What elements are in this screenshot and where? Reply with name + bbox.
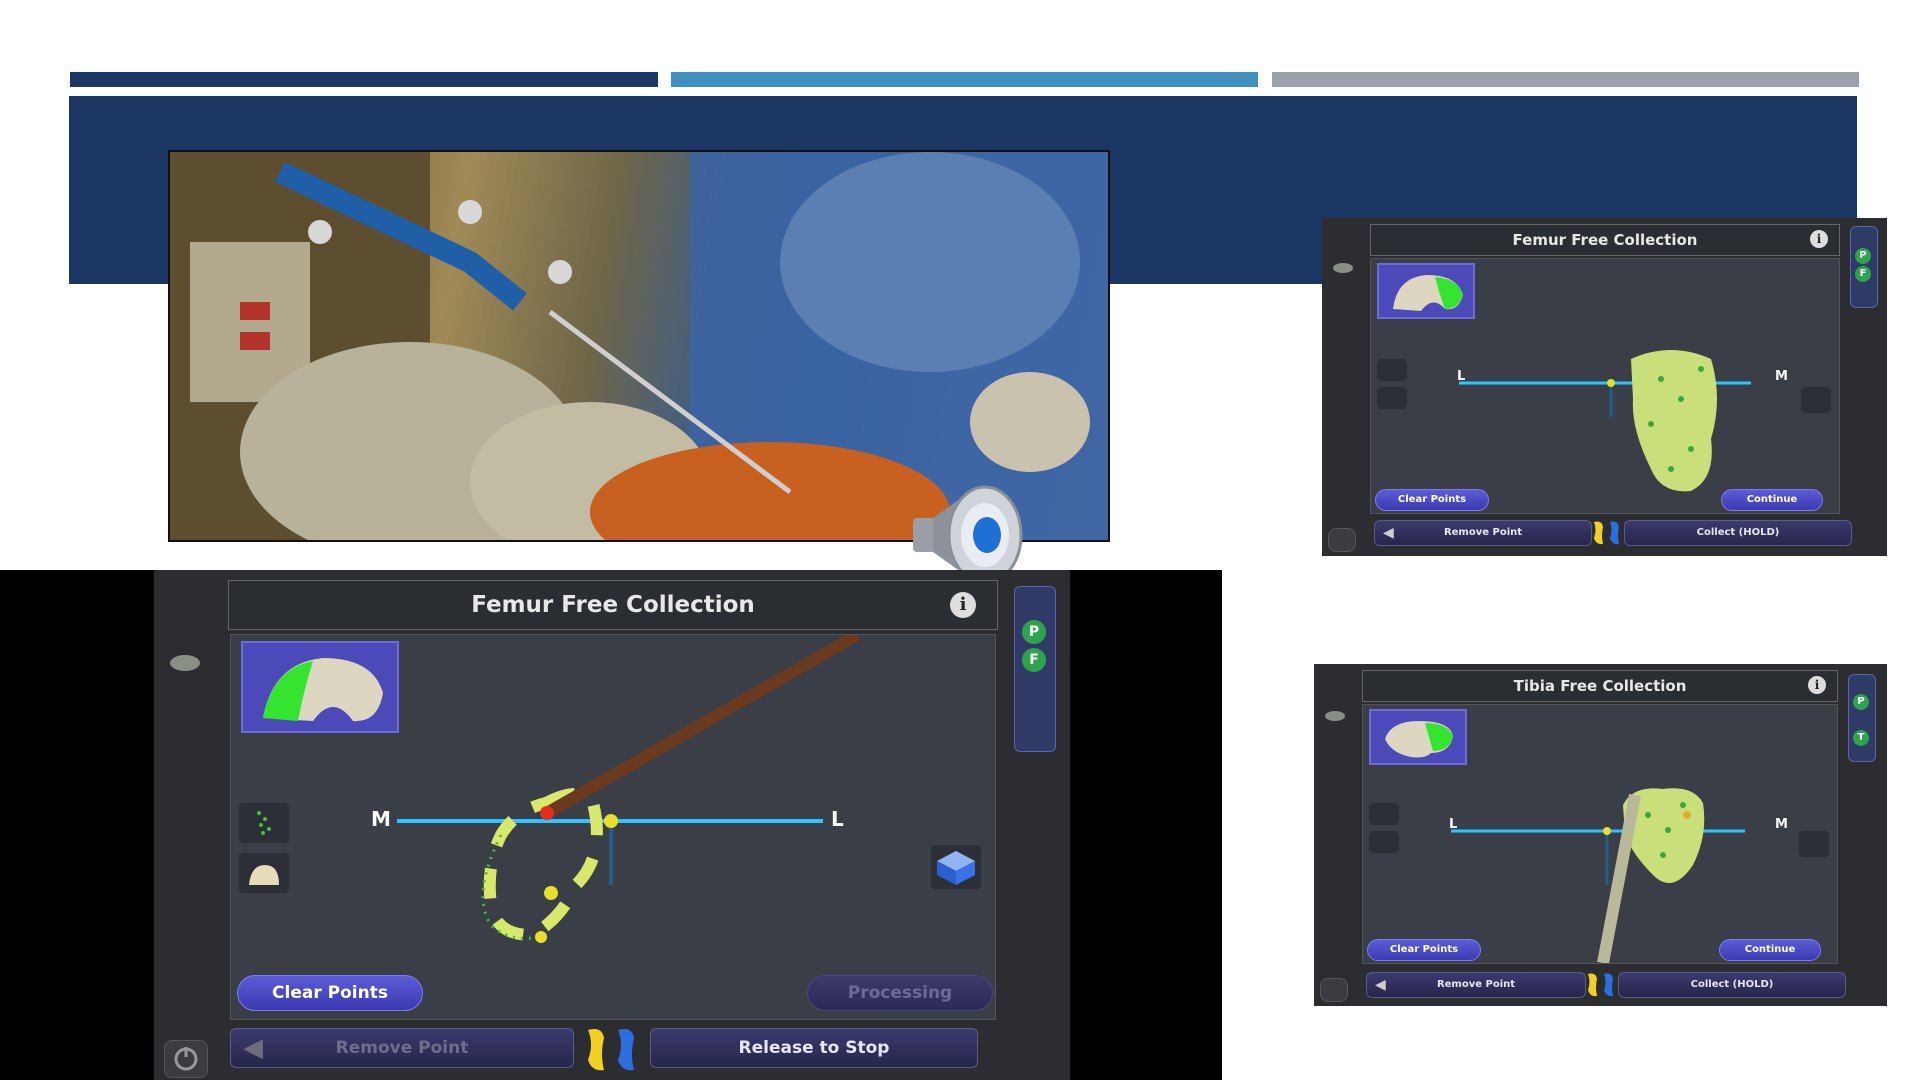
power-icon-tibia[interactable] <box>1320 978 1348 1002</box>
bottom-right-tablet-panel: Tibia Free Collection i P T L M Clear Po… <box>1314 664 1887 1006</box>
foot-marker-icon <box>582 1024 642 1074</box>
main-title: Femur Free Collection <box>471 592 755 618</box>
header-bar-dark <box>70 72 658 87</box>
badge-p: P <box>1022 620 1046 644</box>
main-title-bar: Femur Free Collection <box>228 580 998 630</box>
back-arrow-icon-tibia: ◀ <box>1375 977 1386 993</box>
header-bar-blue <box>671 72 1258 87</box>
bone-tool-icon-tibia <box>1322 706 1348 726</box>
bottom-right-viewport: L M Clear Points Continue <box>1362 704 1838 964</box>
top-right-title-bar: Femur Free Collection <box>1370 224 1840 256</box>
power-icon-small[interactable] <box>1328 528 1356 552</box>
badge-f-small: F <box>1855 266 1871 282</box>
continue-button-small[interactable]: Continue <box>1721 489 1823 511</box>
bone-tool-icon <box>166 648 204 678</box>
badge-f: F <box>1022 648 1046 672</box>
remove-point-label: Remove Point <box>335 1038 469 1058</box>
clear-points-button[interactable]: Clear Points <box>237 975 423 1011</box>
remove-point-button-small[interactable]: ◀ Remove Point <box>1374 520 1592 546</box>
main-viewport: M L Clear Points Processing <box>230 634 996 1020</box>
main-tablet-panel: Femur Free Collection i P F M L Clear Po… <box>154 570 1070 1080</box>
bottom-right-side-rail <box>1848 674 1876 762</box>
bone-tool-icon-small <box>1330 258 1356 278</box>
remove-point-button-tibia[interactable]: ◀ Remove Point <box>1366 972 1586 998</box>
badge-t-tibia: T <box>1853 730 1869 746</box>
info-icon[interactable]: i <box>950 592 976 618</box>
tibia-collection-graphic <box>1451 788 1745 963</box>
clear-points-button-small[interactable]: Clear Points <box>1375 489 1489 511</box>
femur-collection-graphic <box>397 635 860 943</box>
back-arrow-icon-small: ◀ <box>1383 525 1394 541</box>
top-right-viewport: L M Clear Points Continue <box>1370 258 1840 514</box>
info-icon-small[interactable]: i <box>1810 230 1828 248</box>
bottom-right-title-bar: Tibia Free Collection <box>1362 670 1838 702</box>
processing-button: Processing <box>807 975 993 1011</box>
header-bar-gray <box>1272 72 1859 87</box>
clear-points-button-tibia[interactable]: Clear Points <box>1367 939 1481 961</box>
back-arrow-icon: ◀ <box>243 1033 263 1063</box>
collect-hold-button-small[interactable]: Collect (HOLD) <box>1624 520 1852 546</box>
release-to-stop-button[interactable]: Release to Stop <box>650 1028 978 1068</box>
foot-marker-icon-tibia <box>1584 970 1618 998</box>
continue-button-tibia[interactable]: Continue <box>1719 939 1821 961</box>
top-right-tablet-panel: Femur Free Collection i P F L M Clear Po… <box>1322 218 1887 556</box>
badge-p-small: P <box>1855 248 1871 264</box>
badge-p-tibia: P <box>1853 694 1869 710</box>
top-right-title: Femur Free Collection <box>1512 231 1698 249</box>
collect-hold-button-tibia[interactable]: Collect (HOLD) <box>1618 972 1846 998</box>
remove-point-label-tibia: Remove Point <box>1436 979 1516 990</box>
info-icon-tibia[interactable]: i <box>1808 676 1826 694</box>
power-icon[interactable] <box>164 1040 208 1078</box>
bottom-right-title: Tibia Free Collection <box>1513 677 1687 695</box>
remove-point-label-small: Remove Point <box>1443 527 1523 538</box>
femur-collection-graphic-small <box>1459 350 1751 492</box>
remove-point-button: ◀ Remove Point <box>230 1028 574 1068</box>
foot-marker-icon-small <box>1590 518 1624 546</box>
